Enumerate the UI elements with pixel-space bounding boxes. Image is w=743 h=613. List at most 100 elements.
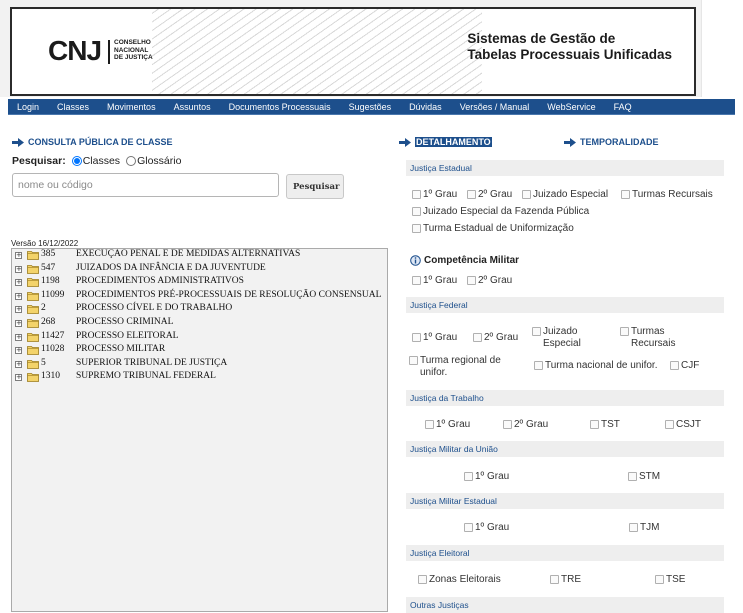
nav-webservice[interactable]: WebService bbox=[547, 102, 595, 112]
nav-login[interactable]: Login bbox=[17, 102, 39, 112]
tree-row[interactable]: +385 EXECUÇÃO PENAL E DE MEDIDAS ALTERNAT… bbox=[12, 249, 387, 263]
tree-row[interactable]: +1310 SUPREMO TRIBUNAL FEDERAL bbox=[12, 371, 387, 385]
tab-temporalidade[interactable]: TEMPORALIDADE bbox=[564, 137, 659, 147]
tree-label[interactable]: PROCESSO MILITAR bbox=[76, 344, 165, 354]
option-estadual-fazenda[interactable]: Juizado Especial da Fazenda Pública bbox=[412, 206, 589, 217]
option-militar-1grau[interactable]: 1º Grau bbox=[412, 275, 457, 286]
tree-row[interactable]: +2 PROCESSO CÍVEL E DO TRABALHO bbox=[12, 303, 387, 317]
expand-icon[interactable]: + bbox=[15, 319, 22, 327]
checkbox[interactable] bbox=[534, 361, 543, 370]
option-trabalho-csjt[interactable]: CSJT bbox=[665, 419, 701, 430]
tree-code[interactable]: 11427 bbox=[41, 331, 64, 341]
checkbox[interactable] bbox=[670, 361, 679, 370]
option-militar-estadual-tjm[interactable]: TJM bbox=[629, 522, 659, 533]
tree-label[interactable]: PROCESSO ELEITORAL bbox=[76, 331, 179, 341]
option-trabalho-2grau[interactable]: 2º Grau bbox=[503, 419, 548, 430]
tree-code[interactable]: 11028 bbox=[41, 344, 64, 354]
checkbox[interactable] bbox=[655, 575, 664, 584]
nav-faq[interactable]: FAQ bbox=[614, 102, 632, 112]
checkbox[interactable] bbox=[409, 356, 418, 365]
option-federal-cjf[interactable]: CJF bbox=[670, 360, 699, 371]
radio-classes-label[interactable]: Classes bbox=[66, 155, 120, 167]
radio-glossario[interactable] bbox=[126, 156, 137, 166]
nav-assuntos[interactable]: Assuntos bbox=[174, 102, 211, 112]
tree-label[interactable]: PROCESSO CRIMINAL bbox=[76, 317, 173, 327]
checkbox[interactable] bbox=[412, 333, 421, 342]
option-federal-turma-nacional[interactable]: Turma nacional de unifor. bbox=[534, 360, 657, 371]
expand-icon[interactable]: + bbox=[15, 306, 22, 314]
option-eleitoral-tse[interactable]: TSE bbox=[655, 574, 685, 585]
tree-code[interactable]: 5 bbox=[41, 358, 46, 368]
expand-icon[interactable]: + bbox=[15, 374, 22, 382]
option-estadual-turmas[interactable]: Turmas Recursais bbox=[621, 189, 713, 200]
option-militar-2grau[interactable]: 2º Grau bbox=[467, 275, 512, 286]
option-militar-uniao-stm[interactable]: STM bbox=[628, 471, 660, 482]
option-federal-1grau[interactable]: 1º Grau bbox=[412, 332, 457, 343]
checkbox[interactable] bbox=[464, 472, 473, 481]
nav-documentos-processuais[interactable]: Documentos Processuais bbox=[229, 102, 331, 112]
tab-detalhamento[interactable]: DETALHAMENTO bbox=[399, 137, 492, 147]
checkbox[interactable] bbox=[412, 207, 421, 216]
tree-code[interactable]: 1310 bbox=[41, 371, 60, 381]
tree-code[interactable]: 268 bbox=[41, 317, 55, 327]
option-militar-uniao-1grau[interactable]: 1º Grau bbox=[464, 471, 509, 482]
radio-classes[interactable] bbox=[71, 156, 82, 166]
tree-label[interactable]: JUIZADOS DA INFÂNCIA E DA JUVENTUDE bbox=[76, 263, 266, 273]
checkbox[interactable] bbox=[621, 190, 630, 199]
option-eleitoral-zonas[interactable]: Zonas Eleitorais bbox=[418, 574, 501, 585]
option-trabalho-tst[interactable]: TST bbox=[590, 419, 620, 430]
tree-label[interactable]: PROCESSO CÍVEL E DO TRABALHO bbox=[76, 303, 232, 313]
checkbox[interactable] bbox=[473, 333, 482, 342]
checkbox[interactable] bbox=[628, 472, 637, 481]
expand-icon[interactable]: + bbox=[15, 265, 22, 273]
tree-label[interactable]: EXECUÇÃO PENAL E DE MEDIDAS ALTERNATIVAS bbox=[76, 249, 300, 259]
checkbox[interactable] bbox=[418, 575, 427, 584]
checkbox[interactable] bbox=[590, 420, 599, 429]
checkbox[interactable] bbox=[412, 190, 421, 199]
expand-icon[interactable]: + bbox=[15, 347, 22, 355]
nav-classes[interactable]: Classes bbox=[57, 102, 89, 112]
nav-duvidas[interactable]: Dúvidas bbox=[409, 102, 442, 112]
option-estadual-uniformizacao[interactable]: Turma Estadual de Uniformização bbox=[412, 223, 574, 234]
checkbox[interactable] bbox=[412, 276, 421, 285]
checkbox[interactable] bbox=[629, 523, 638, 532]
tree-code[interactable]: 2 bbox=[41, 303, 46, 313]
checkbox[interactable] bbox=[425, 420, 434, 429]
tree-label[interactable]: PROCEDIMENTOS PRÉ-PROCESSUAIS DE RESOLUÇ… bbox=[76, 290, 381, 300]
checkbox[interactable] bbox=[532, 327, 541, 336]
tree-row[interactable]: +5 SUPERIOR TRIBUNAL DE JUSTIÇA bbox=[12, 358, 387, 372]
checkbox[interactable] bbox=[467, 276, 476, 285]
expand-icon[interactable]: + bbox=[15, 292, 22, 300]
tree-row[interactable]: +11427 PROCESSO ELEITORAL bbox=[12, 331, 387, 345]
tree-label[interactable]: SUPERIOR TRIBUNAL DE JUSTIÇA bbox=[76, 358, 227, 368]
option-federal-turmas[interactable]: Turmas Recursais bbox=[620, 326, 690, 350]
expand-icon[interactable]: + bbox=[15, 279, 22, 287]
option-eleitoral-tre[interactable]: TRE bbox=[550, 574, 581, 585]
tree-label[interactable]: SUPREMO TRIBUNAL FEDERAL bbox=[76, 371, 216, 381]
checkbox[interactable] bbox=[522, 190, 531, 199]
checkbox[interactable] bbox=[467, 190, 476, 199]
tree-row[interactable]: +11099 PROCEDIMENTOS PRÉ-PROCESSUAIS DE R… bbox=[12, 290, 387, 304]
option-estadual-juizado[interactable]: Juizado Especial bbox=[522, 189, 608, 200]
checkbox[interactable] bbox=[412, 224, 421, 233]
tree-code[interactable]: 1198 bbox=[41, 276, 60, 286]
search-button[interactable]: Pesquisar bbox=[286, 174, 344, 199]
tree-code[interactable]: 385 bbox=[41, 249, 55, 259]
tree-row[interactable]: +1198 PROCEDIMENTOS ADMINISTRATIVOS bbox=[12, 276, 387, 290]
checkbox[interactable] bbox=[464, 523, 473, 532]
expand-icon[interactable]: + bbox=[15, 333, 22, 341]
checkbox[interactable] bbox=[620, 327, 629, 336]
expand-icon[interactable]: + bbox=[15, 252, 22, 259]
tree-row[interactable]: +547 JUIZADOS DA INFÂNCIA E DA JUVENTUDE bbox=[12, 263, 387, 277]
nav-versoes-manual[interactable]: Versões / Manual bbox=[460, 102, 530, 112]
checkbox[interactable] bbox=[503, 420, 512, 429]
nav-movimentos[interactable]: Movimentos bbox=[107, 102, 156, 112]
option-federal-turma-regional[interactable]: Turma regional de unifor. bbox=[409, 355, 519, 379]
tree-code[interactable]: 547 bbox=[41, 263, 55, 273]
checkbox[interactable] bbox=[550, 575, 559, 584]
tree-row[interactable]: +11028 PROCESSO MILITAR bbox=[12, 344, 387, 358]
tree-label[interactable]: PROCEDIMENTOS ADMINISTRATIVOS bbox=[76, 276, 244, 286]
class-tree[interactable]: +385 EXECUÇÃO PENAL E DE MEDIDAS ALTERNAT… bbox=[11, 248, 388, 612]
checkbox[interactable] bbox=[665, 420, 674, 429]
tree-row[interactable]: +268 PROCESSO CRIMINAL bbox=[12, 317, 387, 331]
